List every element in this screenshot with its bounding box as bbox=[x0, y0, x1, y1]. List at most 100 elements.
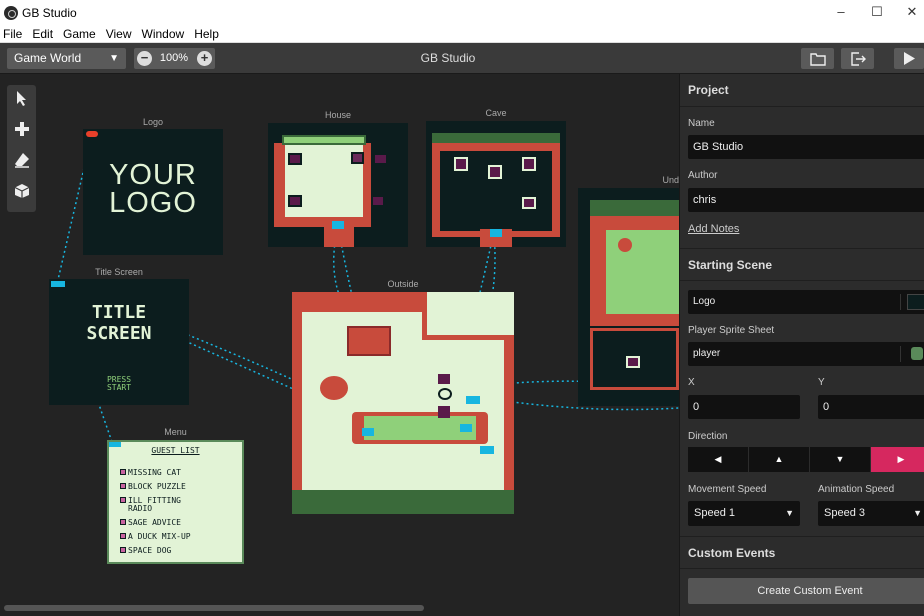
scene-label-outside: Outside bbox=[387, 279, 419, 289]
direction-up-button[interactable]: ▲ bbox=[749, 447, 809, 472]
sprite-thumbnail-icon bbox=[911, 347, 923, 360]
chevron-down-icon: ▼ bbox=[109, 53, 119, 64]
scene-thumbnail-icon bbox=[907, 294, 924, 310]
horizontal-scrollbar[interactable] bbox=[4, 605, 424, 611]
maximize-button[interactable]: ☐ bbox=[865, 3, 889, 21]
properties-panel: Project Name GB Studio Author chris Add … bbox=[679, 74, 924, 616]
trigger-marker bbox=[51, 281, 65, 287]
menu-view[interactable]: View bbox=[101, 27, 137, 41]
project-title: GB Studio bbox=[420, 51, 476, 65]
menu-heading: GUEST LIST bbox=[151, 446, 200, 455]
scene-label-cave: Cave bbox=[485, 108, 507, 118]
window-title: GB Studio bbox=[22, 5, 77, 20]
zoom-in-button[interactable]: + bbox=[197, 51, 212, 66]
scene-label-title-screen: Title Screen bbox=[95, 267, 143, 277]
eraser-icon bbox=[14, 153, 29, 168]
export-button[interactable] bbox=[841, 48, 874, 69]
scene-label-logo: Logo bbox=[142, 117, 164, 127]
close-button[interactable]: ✕ bbox=[900, 3, 924, 21]
author-label: Author bbox=[688, 170, 718, 181]
custom-events-heading: Custom Events bbox=[680, 536, 924, 569]
minimize-button[interactable]: – bbox=[829, 3, 853, 21]
play-button[interactable] bbox=[894, 48, 924, 69]
menu-help[interactable]: Help bbox=[189, 27, 224, 41]
app-icon bbox=[4, 5, 18, 20]
animation-speed-label: Animation Speed bbox=[818, 484, 895, 495]
logo-text-line2: LOGO bbox=[109, 187, 197, 219]
player-sprite-value: player bbox=[693, 348, 721, 359]
player-sprite-label: Player Sprite Sheet bbox=[688, 325, 775, 336]
export-icon bbox=[850, 52, 866, 66]
movement-speed-label: Movement Speed bbox=[688, 484, 767, 495]
create-custom-event-button[interactable]: Create Custom Event bbox=[688, 578, 924, 604]
scene-menu[interactable]: GUEST LIST MISSING CAT BLOCK PUZZLE ILL … bbox=[107, 440, 244, 564]
menu-window[interactable]: Window bbox=[137, 27, 190, 41]
menu-item: SPACE DOG bbox=[120, 544, 240, 558]
menu-bar: File Edit Game View Window Help bbox=[0, 25, 924, 43]
movement-speed-value: Speed 1 bbox=[694, 507, 735, 519]
chevron-down-icon: ▼ bbox=[913, 508, 922, 518]
title-text-line1: TITLE bbox=[91, 302, 147, 323]
section-select-label: Game World bbox=[14, 51, 82, 65]
plus-icon bbox=[14, 122, 29, 136]
open-folder-button[interactable] bbox=[801, 48, 834, 69]
main-toolbar: Game World ▼ − 100% + GB Studio bbox=[0, 43, 924, 74]
scene-cave[interactable] bbox=[426, 121, 566, 247]
tools-palette bbox=[7, 85, 36, 212]
menu-edit[interactable]: Edit bbox=[27, 27, 58, 41]
y-label: Y bbox=[818, 377, 825, 388]
menu-game[interactable]: Game bbox=[58, 27, 101, 41]
x-field[interactable]: 0 bbox=[688, 395, 800, 419]
menu-list: MISSING CAT BLOCK PUZZLE ILL FITTING RAD… bbox=[120, 466, 240, 558]
press-start-line2: START bbox=[106, 383, 132, 392]
scene-label-house: House bbox=[324, 110, 351, 120]
section-select[interactable]: Game World ▼ bbox=[7, 48, 126, 69]
starting-scene-select[interactable]: Logo bbox=[688, 290, 924, 314]
scene-logo[interactable]: YOUR LOGO bbox=[83, 129, 223, 255]
name-label: Name bbox=[688, 118, 715, 129]
eraser-tool-button[interactable] bbox=[7, 147, 36, 178]
direction-left-button[interactable]: ◀ bbox=[688, 447, 748, 472]
start-marker bbox=[86, 131, 98, 137]
direction-right-button[interactable]: ▶ bbox=[871, 447, 924, 472]
zoom-control: − 100% + bbox=[134, 48, 215, 69]
starting-scene-heading: Starting Scene bbox=[680, 248, 924, 281]
select-tool-button[interactable] bbox=[7, 85, 36, 116]
movement-speed-select[interactable]: Speed 1 ▼ bbox=[688, 501, 800, 526]
menu-file[interactable]: File bbox=[0, 27, 27, 41]
world-canvas[interactable]: Logo YOUR LOGO Title Screen TITLE SCREEN… bbox=[0, 74, 679, 616]
menu-item: A DUCK MIX-UP bbox=[120, 530, 240, 544]
zoom-level: 100% bbox=[159, 52, 189, 64]
x-label: X bbox=[688, 377, 695, 388]
actor-tool-button[interactable] bbox=[7, 178, 36, 209]
author-field[interactable]: chris bbox=[688, 188, 924, 212]
window-titlebar: GB Studio – ☐ ✕ bbox=[0, 0, 924, 25]
menu-item: MISSING CAT bbox=[120, 466, 240, 480]
name-field[interactable]: GB Studio bbox=[688, 135, 924, 159]
starting-scene-value: Logo bbox=[693, 296, 716, 307]
menu-item-cont: RADIO bbox=[128, 504, 153, 513]
menu-item: SAGE ADVICE bbox=[120, 516, 240, 530]
add-notes-link[interactable]: Add Notes bbox=[688, 223, 739, 235]
add-tool-button[interactable] bbox=[7, 116, 36, 147]
zoom-out-button[interactable]: − bbox=[137, 51, 152, 66]
direction-down-button[interactable]: ▼ bbox=[810, 447, 870, 472]
scene-underground[interactable] bbox=[578, 188, 679, 406]
y-field[interactable]: 0 bbox=[818, 395, 924, 419]
project-heading: Project bbox=[680, 74, 924, 107]
scene-house[interactable] bbox=[268, 123, 408, 247]
animation-speed-select[interactable]: Speed 3 ▼ bbox=[818, 501, 924, 526]
chevron-down-icon: ▼ bbox=[785, 508, 794, 518]
cursor-icon bbox=[16, 91, 26, 106]
trigger-marker bbox=[109, 442, 121, 447]
title-text-line2: SCREEN bbox=[86, 323, 152, 344]
play-icon bbox=[904, 52, 915, 65]
cube-icon bbox=[14, 184, 29, 198]
scene-label-underground: Und bbox=[662, 175, 679, 185]
scene-label-menu: Menu bbox=[164, 427, 187, 437]
scene-title-screen[interactable]: TITLE SCREEN PRESS START bbox=[49, 279, 189, 405]
player-sprite-select[interactable]: player bbox=[688, 342, 924, 366]
folder-icon bbox=[809, 53, 826, 66]
scene-outside[interactable] bbox=[292, 292, 514, 514]
direction-label: Direction bbox=[688, 431, 728, 442]
